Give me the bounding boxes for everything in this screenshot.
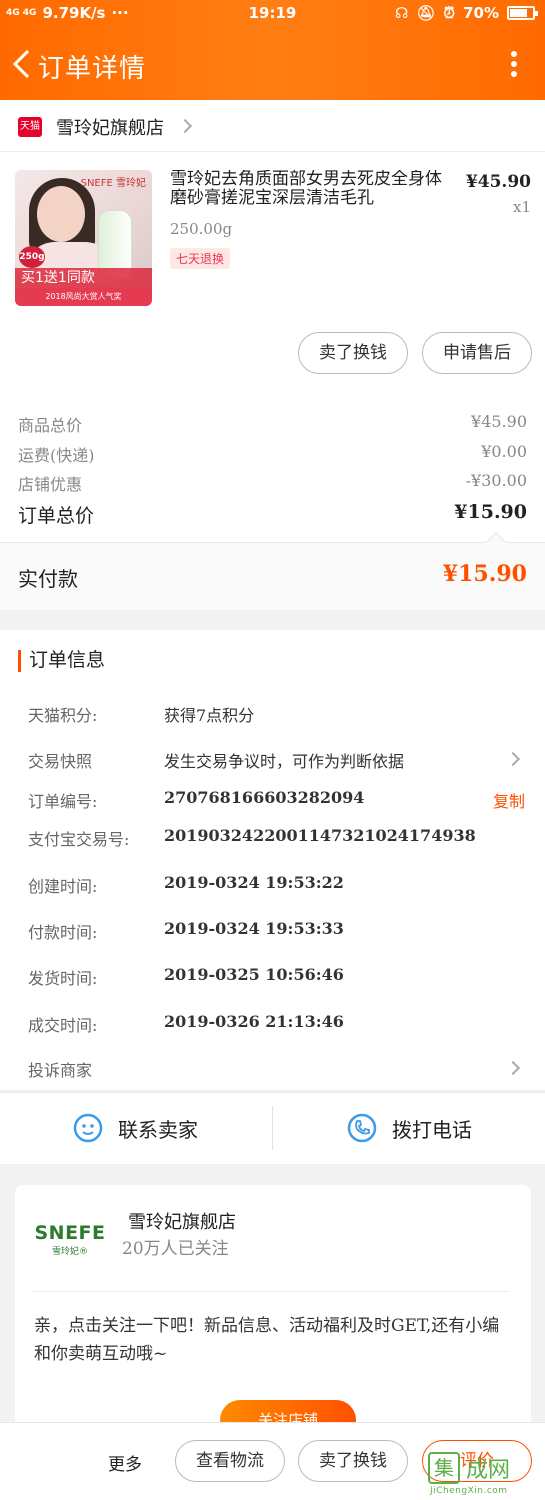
product-title[interactable]: 雪玲妃去角质面部女男去死皮全身体磨砂膏搓泥宝深层清洁毛孔 [170,170,450,208]
more-options-icon[interactable] [509,48,519,80]
resell-button[interactable]: 卖了换钱 [298,332,408,374]
summary-shipping: 运费(快递) ¥0.00 [18,442,527,468]
watermark-en: JiChengXin.com [430,1486,508,1496]
summary-goods-total: 商品总价 ¥45.90 [18,412,527,438]
info-value-points: 获得7点积分 [164,706,255,725]
resell-bottom-button[interactable]: 卖了换钱 [298,1440,408,1482]
info-label-snapshot[interactable]: 交易快照 [28,748,92,772]
phone-icon [347,1113,377,1143]
contact-seller-button[interactable]: 联系卖家 [72,1112,198,1144]
summary-value: -¥30.00 [465,471,527,490]
info-value-paid: 2019-0324 19:53:33 [164,919,344,938]
order-total-label: 订单总价 [18,505,95,527]
shop-name[interactable]: 雪玲妃旗舰店 [56,114,164,140]
info-label-points: 天猫积分: [28,706,98,725]
call-phone-button[interactable]: 拨打电话 [346,1112,472,1144]
watermark-cn: 成网 [466,1458,511,1483]
product-image-promo: 买1送1同款 [15,268,152,288]
info-label-paid: 付款时间: [28,923,98,942]
product-quantity: x1 [512,198,531,216]
follow-divider [32,1291,510,1292]
summary-order-total: 订单总价 ¥15.90 [18,501,527,527]
navbar: 订单详情 [0,36,545,92]
chat-face-icon [73,1113,103,1143]
paid-amount: ¥15.90 [442,561,527,587]
paid-label: 实付款 [18,567,78,591]
product-image[interactable]: SNEFE 雪玲妃 250g 买1送1同款 2018风尚大赏人气奖 [15,170,152,306]
info-value-created: 2019-0324 19:53:22 [164,873,344,892]
follow-shop-name[interactable]: 雪玲妃旗舰店 [128,1208,236,1234]
info-value-snapshot[interactable]: 发生交易争议时，可作为判断依据 [164,748,404,772]
back-arrow-icon[interactable] [10,48,34,80]
info-label-created: 创建时间: [28,877,98,896]
info-label-completed: 成交时间: [28,1016,98,1035]
after-sale-button[interactable]: 申请售后 [422,332,532,374]
view-logistics-button[interactable]: 查看物流 [175,1440,285,1482]
order-info-heading: 订单信息 [18,650,105,672]
product-spec: 250.00g [170,220,233,238]
shop-logo-subtext: 雪玲妃® [51,1247,88,1257]
tmall-badge: 天猫 [18,117,42,137]
complain-seller-link[interactable]: 投诉商家 [28,1057,92,1081]
info-value-order-no: 270768166603282094 [164,788,365,807]
contact-seller-label: 联系卖家 [118,1117,198,1142]
follower-count: 20万人已关注 [122,1239,229,1259]
summary-label: 运费(快递) [18,446,95,465]
copy-order-no-button[interactable]: 复制 [493,788,525,812]
info-value-completed: 2019-0326 21:13:46 [164,1012,344,1031]
status-bar: 4G 4G 9.79K/s ··· 19:19 ☊ 🔕︎ ⏰︎ 70% [0,0,545,28]
summary-label: 店铺优惠 [18,475,83,494]
app-header: 4G 4G 9.79K/s ··· 19:19 ☊ 🔕︎ ⏰︎ 70% 订单详情 [0,0,545,100]
page-title: 订单详情 [38,54,147,84]
info-label-order-no: 订单编号: [28,792,98,811]
contact-divider [272,1106,273,1150]
alarm-icon: ⏰︎ [443,4,456,22]
summary-shop-discount: 店铺优惠 -¥30.00 [18,471,527,497]
battery-percent: 70% [463,4,499,22]
shop-logo-text: SNEFE [34,1222,106,1244]
info-value-shipped: 2019-0325 10:56:46 [164,965,344,984]
product-image-brand: SNEFE 雪玲妃 [80,178,146,189]
info-label-alipay-no: 支付宝交易号: [28,830,130,849]
more-button[interactable]: 更多 [108,1450,142,1475]
call-phone-label: 拨打电话 [392,1117,472,1142]
summary-label: 商品总价 [18,416,83,435]
mute-icon: 🔕︎ [416,4,436,22]
summary-value: ¥0.00 [481,442,527,461]
info-label-shipped: 发货时间: [28,969,98,988]
return-policy-tag: 七天退换 [170,248,231,269]
product-price: ¥45.90 [465,172,531,192]
shop-logo[interactable]: SNEFE 雪玲妃® [34,1222,106,1257]
info-value-alipay-no: 2019032422001147321024174938 [164,826,476,845]
product-image-award: 2018风尚大赏人气奖 [15,288,152,306]
site-watermark: 集 成网 JiChengXin.com [428,1452,540,1498]
paid-row: 实付款 ¥15.90 [0,532,545,610]
headset-icon: ☊ [395,4,409,22]
order-total-value: ¥15.90 [454,501,527,523]
battery-icon [507,6,538,20]
summary-value: ¥45.90 [471,412,527,431]
watermark-logo: 集 [428,1452,460,1484]
product-image-gram-badge: 250g [19,246,45,268]
follow-message: 亲，点击关注一下吧！新品信息、活动福利及时GET,还有小编和你卖萌互动哦~ [34,1316,500,1364]
